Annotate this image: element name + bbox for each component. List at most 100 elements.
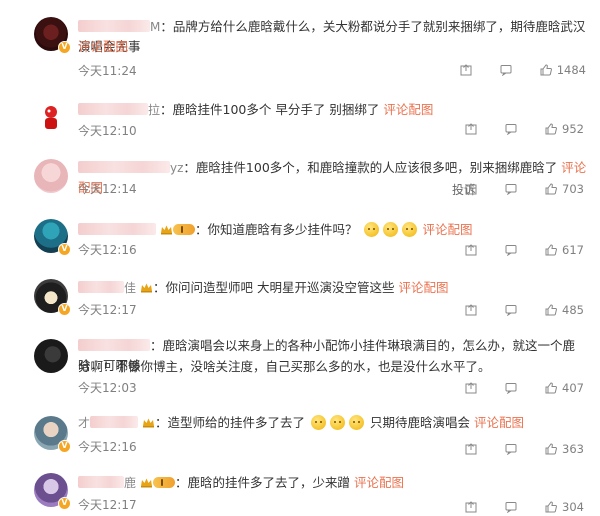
share-icon[interactable]: [465, 382, 477, 394]
comment-item: ：鹿晗演唱会以来身上的各种小配饰小挂件琳琅满目的，怎么办，就这一个鹿晗，可不够 …: [0, 323, 600, 399]
comment-icon[interactable]: [505, 382, 517, 394]
comment-image-link[interactable]: 评论配图: [474, 415, 524, 430]
crown-icon: [141, 478, 152, 488]
like-count: 703: [562, 182, 584, 196]
comment-image-link[interactable]: 评论配图: [422, 222, 472, 237]
thumbs-up-icon[interactable]: [545, 382, 557, 394]
comment-item: 拉：鹿晗挂件100多个 早分手了 别捆绑了 评论配图 今天12:10 952: [0, 85, 600, 145]
verified-v-badge-icon: V: [58, 303, 71, 316]
comment-icon[interactable]: [505, 123, 517, 135]
avatar[interactable]: [34, 99, 70, 135]
avatar[interactable]: V: [34, 416, 71, 453]
crown-icon: [141, 283, 152, 293]
timestamp: 今天12:16: [78, 243, 137, 257]
username-blurred[interactable]: [78, 223, 156, 235]
comment-text: 鹿晗挂件100多个，和鹿晗撞款的人应该很多吧，别来捆绑鹿晗了: [195, 160, 558, 175]
comment-icon[interactable]: [505, 183, 517, 195]
timestamp: 今天11:24: [78, 64, 137, 78]
like-count: 407: [562, 381, 584, 395]
comment-icon[interactable]: [505, 443, 517, 455]
thumbs-up-icon[interactable]: [545, 123, 557, 135]
username-tail: 拉: [148, 103, 161, 117]
comment-item: V M：品牌方给什么鹿晗戴什么，关大粉都说分手了就别来捆绑了，期待鹿晗武汉演唱会…: [0, 0, 600, 78]
username-blurred[interactable]: [78, 20, 150, 32]
smile-emoji-icon: [349, 415, 365, 430]
comment-icon[interactable]: [500, 64, 512, 76]
username-blurred[interactable]: [78, 281, 124, 293]
comment-item: V 才 ：造型师给的挂件多了去了 只期待鹿晗演唱会 评论配图 今天12:16 3…: [0, 400, 600, 458]
comment-item: V 鹿 ：鹿晗的挂件多了去了，少来蹭 评论配图 今天12:17 304: [0, 458, 600, 516]
verified-v-badge-icon: V: [58, 497, 71, 510]
verified-v-badge-icon: V: [58, 440, 71, 453]
comment-text: 鹿晗的挂件多了去了，少来蹭: [187, 475, 351, 490]
avatar[interactable]: V: [34, 219, 71, 256]
thumbs-up-icon[interactable]: [545, 183, 557, 195]
comment-text: 你问问造型师吧 大明星开巡演没空管这些: [165, 280, 395, 295]
verified-v-badge-icon: V: [58, 243, 71, 256]
smile-emoji-icon: [330, 415, 346, 430]
comment-image-link[interactable]: 评论配图: [398, 280, 448, 295]
comment-text-after: 只期待鹿晗演唱会: [370, 415, 471, 430]
crown-icon: [143, 418, 154, 428]
thumbs-up-icon[interactable]: [540, 64, 552, 76]
like-count: 952: [562, 122, 584, 136]
smile-emoji-icon: [363, 222, 379, 237]
share-icon[interactable]: [465, 244, 477, 256]
comment-text: 你知道鹿晗有多少挂件吗？: [207, 222, 358, 237]
timestamp: 今天12:03: [78, 381, 137, 395]
comment-text-continued: 分啊！哪像你博主，没啥关注度，自己买那么多的水，也是没什么水平了。: [78, 359, 491, 374]
like-count: 485: [562, 303, 584, 317]
share-icon[interactable]: [465, 501, 477, 513]
comment-image-link[interactable]: 评论配图: [354, 475, 404, 490]
timestamp: 今天12:17: [78, 303, 137, 317]
avatar[interactable]: [34, 159, 70, 195]
smile-emoji-icon: [311, 415, 327, 430]
like-count: 617: [562, 243, 584, 257]
share-icon[interactable]: [460, 64, 472, 76]
timestamp: 今天12:16: [78, 440, 137, 454]
username-tail: yz: [170, 161, 184, 175]
comment-icon[interactable]: [505, 304, 517, 316]
share-icon[interactable]: [465, 443, 477, 455]
crown-icon: [160, 225, 172, 235]
username-blurred[interactable]: [78, 103, 148, 115]
vip-badge: [153, 477, 175, 488]
username-tail: 鹿: [124, 476, 137, 490]
timestamp: 今天12:14: [78, 182, 137, 196]
thumbs-up-icon[interactable]: [545, 244, 557, 256]
username-blurred[interactable]: [78, 476, 124, 488]
vip-badge: [172, 224, 195, 235]
like-count: 1484: [556, 63, 586, 77]
username-tail: 佳: [124, 281, 137, 295]
avatar[interactable]: V: [34, 279, 71, 316]
comment-image-link[interactable]: 评论配图: [383, 102, 433, 117]
thumbs-up-icon[interactable]: [545, 501, 557, 513]
timestamp: 今天12:17: [78, 498, 137, 512]
timestamp: 今天12:10: [78, 124, 137, 138]
share-icon[interactable]: [465, 183, 477, 195]
avatar[interactable]: V: [34, 17, 71, 54]
comment-icon[interactable]: [505, 501, 517, 513]
comment-item: V ：你知道鹿晗有多少挂件吗？ 评论配图 今天12:16 617: [0, 207, 600, 265]
username-blurred[interactable]: [90, 416, 139, 428]
like-count: 363: [562, 442, 584, 456]
username-tail: M: [150, 20, 161, 34]
share-icon[interactable]: [465, 123, 477, 135]
thumbs-up-icon[interactable]: [545, 304, 557, 316]
comment-icon[interactable]: [505, 244, 517, 256]
comment-text: 造型师给的挂件多了去了: [167, 415, 306, 430]
thumbs-up-icon[interactable]: [545, 443, 557, 455]
comment-image-link[interactable]: 评论配图: [78, 39, 128, 54]
comment-item: V 佳 ：你问问造型师吧 大明星开巡演没空管这些 评论配图 今天12:17 48…: [0, 265, 600, 323]
comment-text: 鹿晗挂件100多个 早分手了 别捆绑了: [172, 102, 380, 117]
comment-item: yz：鹿晗挂件100多个，和鹿晗撞款的人应该很多吧，别来捆绑鹿晗了 评论配图 今…: [0, 145, 600, 207]
username-tail: 才: [78, 416, 91, 430]
avatar[interactable]: [34, 339, 70, 375]
like-count: 304: [562, 500, 584, 514]
username-blurred[interactable]: [78, 339, 150, 351]
smile-emoji-icon: [401, 222, 417, 237]
username-blurred[interactable]: [78, 161, 170, 173]
share-icon[interactable]: [465, 304, 477, 316]
avatar[interactable]: V: [34, 473, 71, 510]
verified-v-badge-icon: V: [58, 41, 71, 54]
